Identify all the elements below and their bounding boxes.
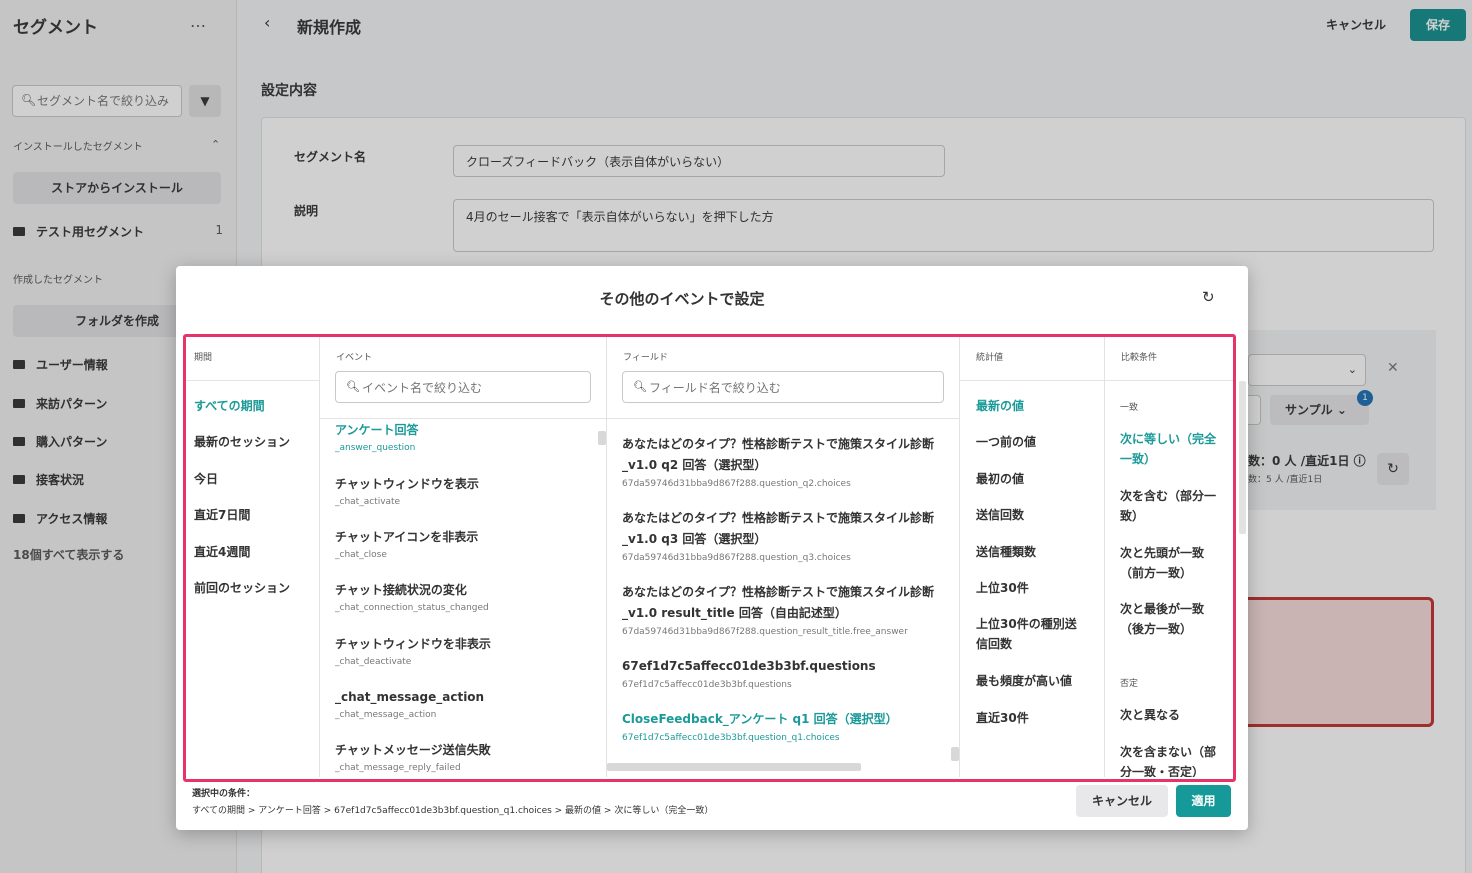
refresh-icon[interactable]: ↻ [1202,288,1215,306]
modal-title: その他のイベントで設定 [599,290,765,308]
selected-conditions-label: 選択中の条件： [192,789,256,799]
event-condition-modal: その他のイベントで設定 ↻ 期間 すべての期間 最新のセッション 今日 直近7日… [176,266,1248,830]
modal-cancel-button[interactable]: キャンセル [1076,785,1168,817]
apply-button[interactable]: 適用 [1176,785,1231,817]
compare-scrollbar[interactable] [1239,381,1246,534]
selected-conditions-path: すべての期間 > アンケート回答 > 67ef1d7c5affecc01de3b… [192,806,714,816]
highlight-frame [183,334,1236,782]
